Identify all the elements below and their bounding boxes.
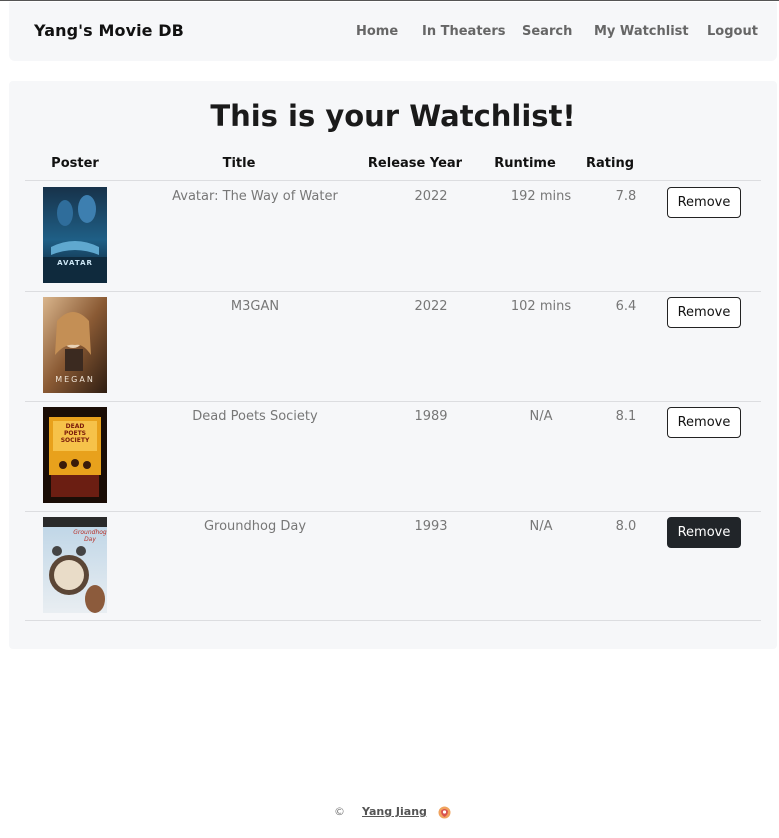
table-row: MEGAN M3GAN 2022 102 mins 6.4 Remove [25, 291, 761, 401]
runtime: 102 mins [510, 299, 572, 314]
remove-button[interactable]: Remove [667, 517, 741, 548]
movie-title: M3GAN [230, 299, 280, 314]
page-title: This is your Watchlist! [210, 99, 576, 133]
release-year: 2022 [414, 189, 448, 204]
release-year: 1993 [414, 519, 448, 534]
nav-links: Home In Theaters Search My Watchlist Log… [9, 24, 777, 42]
movie-title: Dead Poets Society [192, 409, 318, 424]
copyright-symbol: © [334, 805, 345, 818]
footer: © Yang Jiang [0, 805, 779, 823]
poster-image[interactable]: DEAD POETS SOCIETY [43, 407, 107, 503]
nav-home-link[interactable]: Home [356, 24, 398, 39]
runtime: N/A [529, 519, 553, 534]
table-row: AVATAR Avatar: The Way of Water 2022 192… [25, 181, 761, 291]
column-header-poster: Poster [51, 156, 99, 171]
remove-button[interactable]: Remove [667, 297, 741, 328]
rating: 8.1 [615, 409, 637, 424]
github-icon[interactable] [437, 805, 452, 820]
watchlist-panel: This is your Watchlist! Poster Title Rel… [9, 81, 777, 649]
poster-caption: AVATAR [57, 259, 93, 267]
movie-title: Groundhog Day [203, 519, 307, 534]
rating: 6.4 [615, 299, 637, 314]
rating: 8.0 [615, 519, 637, 534]
poster-image[interactable]: MEGAN [43, 297, 107, 393]
nav-logout-link[interactable]: Logout [707, 24, 758, 39]
nav-search-link[interactable]: Search [522, 24, 572, 39]
author-link[interactable]: Yang Jiang [362, 805, 427, 818]
poster-caption: Groundhog Day [73, 529, 107, 543]
poster-caption: MEGAN [55, 375, 95, 384]
runtime: 192 mins [510, 189, 572, 204]
column-header-title: Title [222, 156, 256, 171]
release-year: 1989 [414, 409, 448, 424]
release-year: 2022 [414, 299, 448, 314]
table-row: Groundhog Day Groundhog Day 1993 N/A 8.0… [25, 511, 761, 621]
column-header-rating: Rating [585, 156, 634, 171]
column-header-runtime: Runtime [494, 156, 556, 171]
poster-image[interactable]: Groundhog Day [43, 517, 107, 613]
rating: 7.8 [615, 189, 637, 204]
remove-button[interactable]: Remove [667, 407, 741, 438]
nav-in-theaters-link[interactable]: In Theaters [422, 24, 506, 39]
table-row: DEAD POETS SOCIETY Dead Poets Society 19… [25, 401, 761, 511]
column-header-release-year: Release Year [367, 156, 463, 171]
runtime: N/A [529, 409, 553, 424]
movie-title: Avatar: The Way of Water [172, 189, 338, 204]
poster-caption: DEAD POETS SOCIETY [60, 423, 90, 444]
remove-button[interactable]: Remove [667, 187, 741, 218]
navbar: Yang's Movie DB Home In Theaters Search … [9, 2, 777, 61]
poster-image[interactable]: AVATAR [43, 187, 107, 283]
table-divider [25, 620, 761, 621]
nav-my-watchlist-link[interactable]: My Watchlist [594, 24, 689, 39]
